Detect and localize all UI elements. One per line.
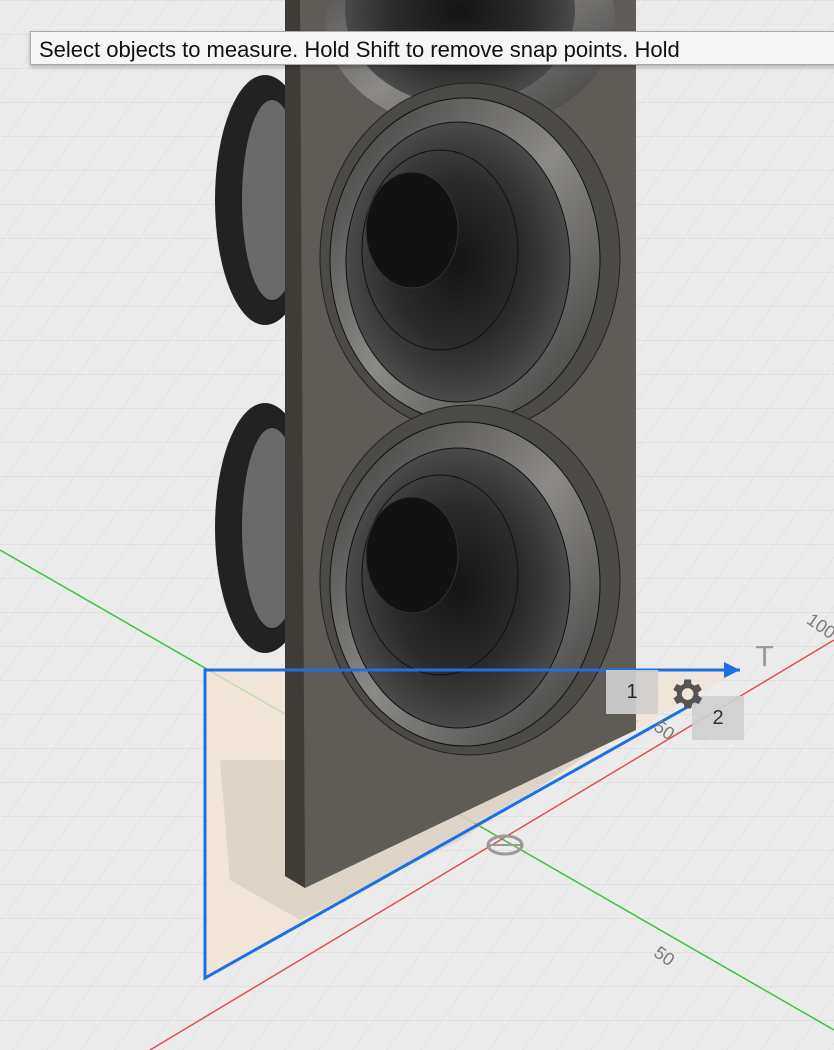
speaker-driver-middle [319,82,621,434]
text-tool-icon[interactable]: T [756,640,773,673]
3d-viewport[interactable] [0,0,834,1050]
gear-icon[interactable] [666,674,706,714]
measure-tooltip: Select objects to measure. Hold Shift to… [30,31,834,65]
speaker-driver-bottom [319,404,621,756]
point-badge-1[interactable]: 1 [606,670,658,714]
